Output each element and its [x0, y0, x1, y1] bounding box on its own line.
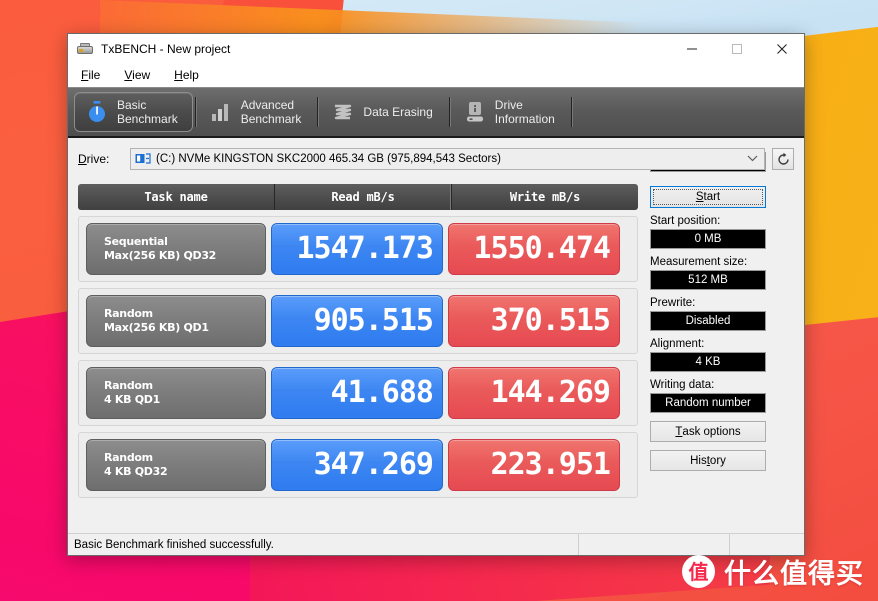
- task-line-1: Random: [104, 379, 153, 392]
- menu-file[interactable]: File: [78, 66, 103, 84]
- results-header-row: Task name Read mB/s Write mB/s: [78, 184, 638, 210]
- txbench-window: TxBENCH - New project File View Help Bas…: [67, 33, 805, 556]
- drive-selector-row: Drive: (C:) NVMe KINGSTON SKC2000 465.34…: [78, 138, 794, 170]
- watermark-text: 什么值得买: [724, 559, 864, 590]
- read-value-box: 905.515: [271, 295, 443, 347]
- tab-basic-benchmark[interactable]: Basic Benchmark: [74, 92, 193, 132]
- disk-icon: [135, 152, 151, 166]
- writing-data-label: Writing data:: [650, 379, 715, 391]
- task-chip[interactable]: Random 4 KB QD1: [86, 367, 266, 419]
- side-panel: FILE mode Start Start position: 0 MB Mea…: [650, 152, 766, 471]
- main-split: Task name Read mB/s Write mB/s Sequentia…: [68, 152, 804, 498]
- tab-separator: [317, 97, 320, 127]
- results-table: Task name Read mB/s Write mB/s Sequentia…: [78, 184, 638, 498]
- prewrite-label: Prewrite:: [650, 297, 696, 309]
- menu-view-label: iew: [132, 68, 151, 82]
- menu-help-label: elp: [182, 68, 199, 82]
- start-button-label: Start: [653, 189, 763, 205]
- read-value-box: 347.269: [271, 439, 443, 491]
- read-value-box: 1547.173: [271, 223, 443, 275]
- maximize-button[interactable]: [714, 34, 759, 64]
- write-value-box: 144.269: [448, 367, 620, 419]
- hard-disk-icon: [77, 41, 93, 57]
- history-button[interactable]: His t ory: [650, 450, 766, 471]
- measurement-size-label: Measurement size:: [650, 256, 748, 268]
- client-area: Drive: (C:) NVMe KINGSTON SKC2000 465.34…: [68, 138, 804, 533]
- tab-drive-information-label: Drive Information: [494, 98, 555, 126]
- tab-data-erasing-label: Data Erasing: [363, 105, 433, 119]
- write-value: 370.515: [490, 303, 611, 338]
- menu-file-label: ile: [88, 68, 101, 82]
- minimize-button[interactable]: [669, 34, 714, 64]
- tab-basic-benchmark-label: Basic Benchmark: [117, 98, 178, 126]
- measurement-size-value[interactable]: 512 MB: [650, 270, 766, 290]
- prewrite-value[interactable]: Disabled: [650, 311, 766, 331]
- task-options-button[interactable]: Task options: [650, 421, 766, 442]
- status-message: Basic Benchmark finished successfully.: [68, 534, 579, 555]
- task-chip[interactable]: Sequential Max(256 KB) QD32: [86, 223, 266, 275]
- watermark: 值 什么值得买: [682, 552, 864, 591]
- table-row: Random Max(256 KB) QD1 905.515 370.515: [78, 288, 638, 354]
- write-value-box: 370.515: [448, 295, 620, 347]
- bar-chart-icon: [210, 100, 232, 124]
- drive-label: Drive:: [78, 152, 110, 166]
- column-header-task-name: Task name: [144, 190, 208, 204]
- task-chip[interactable]: Random 4 KB QD32: [86, 439, 266, 491]
- read-value: 1547.173: [296, 231, 434, 266]
- tab-separator: [448, 97, 451, 127]
- tab-data-erasing[interactable]: Data Erasing: [321, 92, 446, 132]
- write-value: 223.951: [490, 447, 611, 482]
- tab-advanced-benchmark[interactable]: Advanced Benchmark: [199, 92, 316, 132]
- chevron-down-icon[interactable]: [747, 154, 760, 165]
- task-chip[interactable]: Random Max(256 KB) QD1: [86, 295, 266, 347]
- table-row: Sequential Max(256 KB) QD32 1547.173 155…: [78, 216, 638, 282]
- task-line-2: Max(256 KB) QD32: [104, 249, 217, 262]
- alignment-value[interactable]: 4 KB: [650, 352, 766, 372]
- menu-view[interactable]: View: [121, 66, 153, 84]
- task-line-2: Max(256 KB) QD1: [104, 321, 209, 334]
- column-header-write: Write mB/s: [451, 184, 638, 210]
- title-bar: TxBENCH - New project: [68, 34, 804, 64]
- task-line-2: 4 KB QD32: [104, 465, 168, 478]
- start-position-label: Start position:: [650, 215, 721, 227]
- tab-advanced-benchmark-label: Advanced Benchmark: [240, 98, 302, 126]
- drive-select[interactable]: (C:) NVMe KINGSTON SKC2000 465.34 GB (97…: [130, 148, 765, 170]
- rescan-button[interactable]: [772, 148, 794, 170]
- table-row: Random 4 KB QD32 347.269 223.951: [78, 432, 638, 498]
- stopwatch-icon: [86, 100, 108, 124]
- tab-drive-information[interactable]: Drive Information: [453, 92, 569, 132]
- writing-data-value[interactable]: Random number: [650, 393, 766, 413]
- read-value-box: 41.688: [271, 367, 443, 419]
- read-value: 347.269: [313, 447, 434, 482]
- shredder-icon: [332, 100, 354, 124]
- column-header-read: Read mB/s: [274, 184, 451, 210]
- write-value-box: 1550.474: [448, 223, 620, 275]
- watermark-badge: 值: [682, 555, 715, 588]
- menu-bar: File View Help: [68, 64, 804, 87]
- task-line-2: 4 KB QD1: [104, 393, 160, 406]
- task-line-1: Random: [104, 307, 153, 320]
- read-value: 41.688: [330, 375, 434, 410]
- alignment-label: Alignment:: [650, 338, 705, 350]
- menu-help[interactable]: Help: [171, 66, 202, 84]
- drive-value: (C:) NVMe KINGSTON SKC2000 465.34 GB (97…: [156, 153, 501, 165]
- read-value: 905.515: [313, 303, 434, 338]
- tab-strip: Basic Benchmark Advanced Benchmark Data …: [68, 87, 804, 138]
- drive-info-icon: [464, 100, 486, 124]
- close-button[interactable]: [759, 34, 804, 64]
- task-line-1: Sequential: [104, 235, 168, 248]
- write-value: 144.269: [490, 375, 611, 410]
- window-title: TxBENCH - New project: [101, 42, 231, 56]
- window-controls: [669, 34, 804, 64]
- write-value-box: 223.951: [448, 439, 620, 491]
- write-value: 1550.474: [473, 231, 611, 266]
- start-button[interactable]: Start: [650, 186, 766, 208]
- start-position-value[interactable]: 0 MB: [650, 229, 766, 249]
- table-row: Random 4 KB QD1 41.688 144.269: [78, 360, 638, 426]
- desktop-wallpaper: TxBENCH - New project File View Help Bas…: [0, 0, 878, 601]
- tab-separator: [194, 97, 197, 127]
- task-line-1: Random: [104, 451, 153, 464]
- tab-separator: [570, 97, 573, 127]
